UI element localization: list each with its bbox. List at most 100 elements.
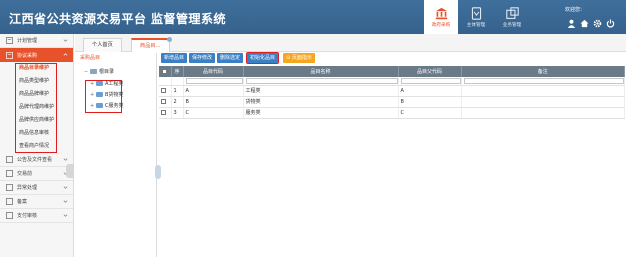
menu-label: 备案 (17, 199, 28, 205)
delete-selected-button[interactable]: 删除选定 (217, 53, 244, 63)
column-header-name[interactable]: 品目名称 (243, 66, 399, 77)
code-filter-input[interactable] (185, 77, 243, 84)
name-cell[interactable]: 货物类 (243, 96, 399, 108)
row-checkbox[interactable] (161, 98, 166, 104)
record-icon (6, 198, 13, 205)
chevron-down-icon (63, 158, 68, 161)
filter-cell (461, 77, 625, 86)
table-row[interactable]: 1 A 工程类 A (159, 85, 625, 97)
power-icon[interactable] (606, 19, 615, 28)
save-changes-button[interactable]: 保存修改 (189, 53, 216, 63)
home-icon[interactable] (580, 19, 589, 28)
tree-panel-toggle[interactable] (155, 165, 161, 179)
exception-icon (6, 184, 13, 191)
tree-node-goods[interactable]: + B货物类 (90, 91, 123, 98)
page-help-button[interactable]: ⊙ 页面指示 (283, 53, 315, 63)
folder-icon (96, 92, 103, 97)
user-greeting: 欢迎您： (565, 7, 586, 13)
row-select-cell (159, 85, 172, 97)
close-icon[interactable] (166, 37, 172, 42)
parent-filter-input[interactable] (400, 77, 461, 84)
tree-node-label: C服务类 (105, 103, 124, 109)
table-row[interactable]: 3 C 服务类 C (159, 107, 625, 119)
initialize-category-button[interactable]: 初始化品目 (246, 52, 280, 64)
tab-home[interactable]: 个人首页 (83, 38, 122, 52)
name-cell[interactable]: 服务类 (243, 107, 399, 119)
column-header-code[interactable]: 品目代码 (183, 66, 244, 77)
tab-bar: 个人首页 商品目... (75, 34, 626, 52)
nav-business-management[interactable]: 业务管理 (494, 0, 530, 34)
chevron-down-icon (63, 200, 68, 203)
tree-root-label: 根目录 (99, 69, 115, 75)
note-cell[interactable] (461, 85, 625, 97)
menu-plan-management[interactable]: 计划管理 (0, 34, 73, 48)
menu-record[interactable]: 备案 (0, 195, 73, 209)
column-header-note[interactable]: 备注 (461, 66, 625, 77)
collapse-icon[interactable]: − (84, 69, 88, 74)
grid-header-row: 序 品目代码 品目名称 品目父代码 备注 (159, 66, 625, 77)
user-icon[interactable] (567, 19, 576, 28)
menu-exception-handling[interactable]: 异常处理 (0, 181, 73, 195)
menu-label: 支付审核 (17, 213, 38, 219)
seq-cell: 1 (171, 85, 184, 97)
tree-node-engineering[interactable]: + A工程类 (90, 80, 123, 87)
note-cell[interactable] (461, 107, 625, 119)
folder-icon (90, 69, 97, 74)
name-filter-input[interactable] (245, 77, 398, 84)
chevron-down-icon (63, 186, 68, 189)
agreement-icon (6, 51, 13, 59)
expand-icon[interactable]: + (90, 92, 94, 97)
row-checkbox[interactable] (161, 109, 166, 115)
seq-cell: 3 (171, 107, 184, 119)
nav-entity-management[interactable]: 主体管理 (458, 0, 494, 34)
parent-code-cell[interactable]: C (398, 107, 462, 119)
note-cell[interactable] (461, 96, 625, 108)
menu-pre-trade[interactable]: 交易前 (0, 167, 73, 181)
menu-label: 计划管理 (17, 38, 38, 44)
menu-label: 协议采购 (17, 52, 38, 59)
app-title: 江西省公共资源交易平台 监督管理系统 (9, 12, 226, 26)
gear-icon[interactable] (593, 19, 602, 28)
add-category-button[interactable]: 新增品目 (161, 53, 188, 63)
code-cell[interactable]: A (183, 85, 244, 97)
business-window-icon (505, 6, 519, 19)
menu-label: 公告及文件查看 (17, 157, 53, 163)
nav-government-procurement[interactable]: 政府采购 (424, 0, 458, 34)
building-icon (435, 7, 447, 19)
chevron-up-icon (63, 53, 68, 56)
filter-cell (171, 77, 184, 86)
chevron-down-icon (63, 39, 68, 42)
menu-agreement-procurement[interactable]: 协议采购 (0, 48, 73, 62)
tree-node-label: A工程类 (105, 81, 124, 87)
tree-node-label: B货物类 (105, 92, 124, 98)
tree-root[interactable]: − 根目录 (84, 68, 114, 75)
expand-icon[interactable]: + (90, 81, 94, 86)
tree-node-services[interactable]: + C服务类 (90, 102, 124, 109)
category-tree-panel: 采购品目 − 根目录 + A工程类 + B货物类 + C服务类 (75, 53, 157, 257)
select-all-checkbox[interactable] (162, 68, 168, 74)
code-cell[interactable]: B (183, 96, 244, 108)
sidebar-collapse-handle[interactable] (66, 164, 74, 178)
menu-payment-review[interactable]: 支付审核 (0, 209, 73, 223)
table-row[interactable]: 2 B 货物类 B (159, 96, 625, 108)
entity-book-icon (471, 6, 481, 20)
menu-label: 异常处理 (17, 185, 38, 191)
expand-icon[interactable]: + (90, 103, 94, 108)
name-cell[interactable]: 工程类 (243, 85, 399, 97)
row-select-cell (159, 107, 172, 119)
folder-icon (96, 81, 103, 86)
code-cell[interactable]: C (183, 107, 244, 119)
grid-toolbar: 新增品目 保存修改 删除选定 初始化品目 ⊙ 页面指示 (161, 52, 315, 64)
note-filter-input[interactable] (463, 77, 624, 84)
app-header: 江西省公共资源交易平台 监督管理系统 政府采购 主体管理 业务管理 欢迎您： (0, 0, 626, 34)
parent-code-cell[interactable]: B (398, 96, 462, 108)
tab-product-catalog[interactable]: 商品目... (131, 37, 172, 52)
seq-cell: 2 (171, 96, 184, 108)
row-checkbox[interactable] (161, 87, 166, 93)
category-grid: 序 品目代码 品目名称 品目父代码 备注 1 A 工程类 A 2 B 货物类 B… (159, 66, 625, 119)
column-header-parent-code[interactable]: 品目父代码 (398, 66, 462, 77)
header-icons (567, 19, 615, 28)
left-menu: 计划管理 协议采购 商品目录维护 商品类型维护 商品品牌维护 品牌代理商维护 品… (0, 34, 74, 257)
menu-notice-files[interactable]: 公告及文件查看 (0, 153, 73, 167)
parent-code-cell[interactable]: A (398, 85, 462, 97)
